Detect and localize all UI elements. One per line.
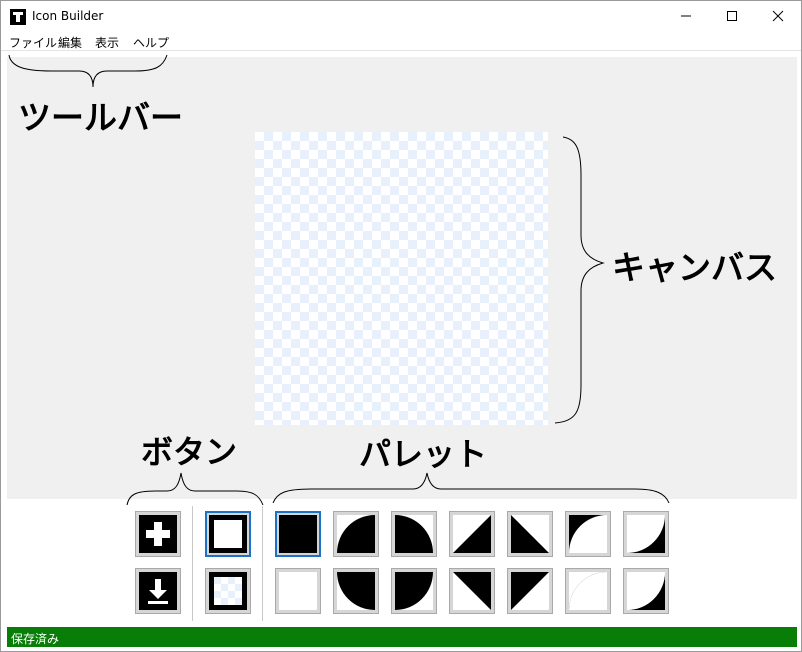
separator	[262, 506, 263, 621]
half-circle-right-icon	[395, 515, 433, 553]
outline-mode-button[interactable]	[205, 511, 251, 557]
palette-tile[interactable]	[275, 511, 321, 557]
square-outline-icon	[209, 515, 247, 553]
white-square-icon	[279, 572, 317, 610]
palette-tile[interactable]	[333, 511, 379, 557]
transparent-square-icon	[209, 572, 247, 610]
palette-annotation: パレット	[359, 435, 488, 473]
menu-file[interactable]: ファイル	[9, 34, 57, 51]
palette-tile[interactable]	[507, 568, 553, 614]
quarter-circle-top-right-icon	[337, 515, 375, 553]
buttons-brace	[126, 472, 264, 506]
download-icon	[139, 572, 177, 610]
quarter-circle-bottom-left-icon	[395, 572, 433, 610]
palette-tile[interactable]	[333, 568, 379, 614]
half-circle-cut-left-icon	[569, 515, 607, 553]
triangle-top-right-icon	[453, 572, 491, 610]
app-logo-icon	[10, 9, 26, 25]
maximize-button[interactable]	[709, 1, 755, 31]
black-square-icon	[279, 515, 317, 553]
minimize-button[interactable]	[663, 1, 709, 31]
quarter-circle-cut-bottom-left-icon	[569, 572, 607, 610]
close-button[interactable]	[755, 1, 801, 31]
quarter-circle-bottom-right-icon	[337, 572, 375, 610]
status-text: 保存済み	[11, 632, 60, 646]
triangle-bottom-left-icon	[511, 515, 549, 553]
buttons-annotation: ボタン	[141, 433, 238, 471]
palette-tile[interactable]	[623, 568, 669, 614]
palette-tile[interactable]	[565, 511, 611, 557]
quarter-circle-cut-bottom-right-icon	[627, 572, 665, 610]
menu-edit[interactable]: 編集	[58, 34, 82, 51]
menu-help[interactable]: ヘルプ	[133, 34, 169, 51]
palette-tile[interactable]	[391, 511, 437, 557]
new-button[interactable]	[135, 511, 181, 557]
toolbar-annotation: ツールバー	[18, 98, 183, 137]
canvas-annotation: キャンバス	[612, 248, 777, 287]
window-title: Icon Builder	[32, 9, 104, 23]
palette-tile[interactable]	[623, 511, 669, 557]
maximize-icon	[727, 11, 737, 21]
palette-tile[interactable]	[565, 568, 611, 614]
palette-tile[interactable]	[507, 511, 553, 557]
save-button[interactable]	[135, 568, 181, 614]
menu-view[interactable]: 表示	[95, 34, 119, 51]
transparent-mode-button[interactable]	[205, 568, 251, 614]
drawing-canvas[interactable]	[255, 132, 548, 425]
triangle-bottom-right-icon	[453, 515, 491, 553]
half-circle-cut-right-icon	[627, 515, 665, 553]
app-window: Icon Builder ファイル 編集 表示 ヘルプ ツールバー キャンバス …	[0, 0, 802, 652]
menu-bar: ファイル 編集 表示 ヘルプ	[1, 31, 801, 51]
palette-tile[interactable]	[275, 568, 321, 614]
palette-tile[interactable]	[449, 568, 495, 614]
plus-icon	[139, 515, 177, 553]
palette-tile[interactable]	[391, 568, 437, 614]
separator	[192, 506, 193, 621]
palette-brace	[272, 472, 670, 504]
status-bar: 保存済み	[7, 627, 797, 647]
palette-tile[interactable]	[449, 511, 495, 557]
canvas-brace	[554, 136, 605, 424]
close-icon	[772, 10, 784, 22]
title-bar[interactable]: Icon Builder	[1, 1, 801, 31]
toolbar-brace	[8, 54, 168, 88]
triangle-top-left-icon	[511, 572, 549, 610]
minimize-icon	[681, 15, 691, 17]
